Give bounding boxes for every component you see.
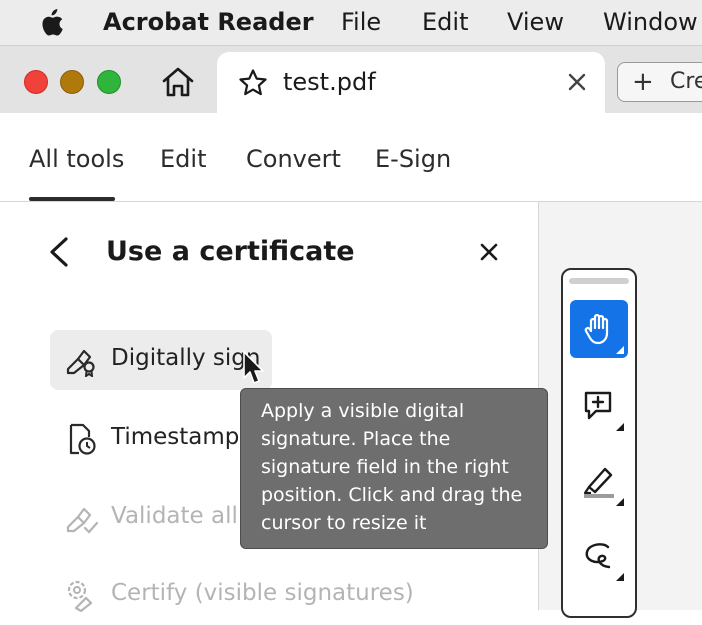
- menu-edit[interactable]: Edit: [422, 8, 468, 36]
- create-button-label: Cre: [670, 69, 702, 94]
- mouse-cursor-icon: [243, 351, 264, 384]
- plus-icon: +: [632, 67, 654, 97]
- certify-visible-signatures-button: Certify (visible signatures): [50, 565, 414, 625]
- star-icon[interactable]: [238, 68, 268, 98]
- menu-window[interactable]: Window: [603, 8, 698, 36]
- close-panel-icon[interactable]: [479, 242, 499, 262]
- add-comment-button[interactable]: [570, 377, 628, 435]
- close-tab-icon[interactable]: [567, 72, 587, 92]
- apple-icon[interactable]: [38, 9, 64, 37]
- back-arrow-icon[interactable]: [46, 236, 72, 268]
- digitally-sign-tooltip: Apply a visible digital signature. Place…: [240, 388, 548, 549]
- comment-plus-icon: [584, 391, 612, 420]
- more-options-indicator: [616, 498, 624, 506]
- tab-edit[interactable]: Edit: [160, 145, 206, 173]
- close-window-button[interactable]: [24, 70, 48, 94]
- toolbar-drag-handle[interactable]: [569, 278, 629, 284]
- hand-tool-button[interactable]: [570, 300, 628, 358]
- more-options-indicator: [616, 573, 624, 581]
- home-icon[interactable]: [160, 64, 196, 100]
- more-options-indicator: [616, 423, 624, 431]
- panel-title: Use a certificate: [106, 236, 355, 267]
- more-options-indicator: [616, 346, 624, 354]
- tab-convert[interactable]: Convert: [246, 145, 341, 173]
- minimize-window-button[interactable]: [60, 70, 84, 94]
- validate-signature-icon: [66, 507, 98, 534]
- timestamp-label: Timestamp: [111, 424, 240, 450]
- freehand-draw-icon: [585, 543, 611, 569]
- timestamp-icon: [69, 423, 96, 455]
- validate-signatures-label: Validate all s: [111, 503, 250, 529]
- zoom-window-button[interactable]: [97, 70, 121, 94]
- digitally-sign-button[interactable]: Digitally sign: [50, 330, 272, 390]
- hand-icon: [584, 313, 609, 345]
- validate-signatures-button: Validate all s: [50, 488, 250, 548]
- digital-sign-icon: [66, 349, 95, 377]
- menu-app-name[interactable]: Acrobat Reader: [103, 8, 314, 36]
- certify-label: Certify (visible signatures): [111, 580, 414, 606]
- highlighter-icon: [583, 467, 614, 498]
- digitally-sign-label: Digitally sign: [111, 345, 261, 371]
- certify-icon: [67, 580, 93, 612]
- create-button[interactable]: + Cre: [617, 62, 702, 102]
- selected-tab-indicator: [29, 197, 115, 201]
- highlight-tool-button[interactable]: [570, 452, 628, 510]
- menu-bar: Acrobat Reader File Edit View Window: [0, 0, 702, 45]
- timestamp-button[interactable]: Timestamp: [50, 409, 240, 469]
- menu-view[interactable]: View: [507, 8, 564, 36]
- document-tab-title[interactable]: test.pdf: [283, 68, 376, 96]
- tab-all-tools[interactable]: All tools: [29, 145, 124, 173]
- document-tab[interactable]: [217, 52, 605, 113]
- menu-file[interactable]: File: [341, 8, 381, 36]
- draw-tool-button[interactable]: [570, 527, 628, 585]
- tab-esign[interactable]: E-Sign: [375, 145, 451, 173]
